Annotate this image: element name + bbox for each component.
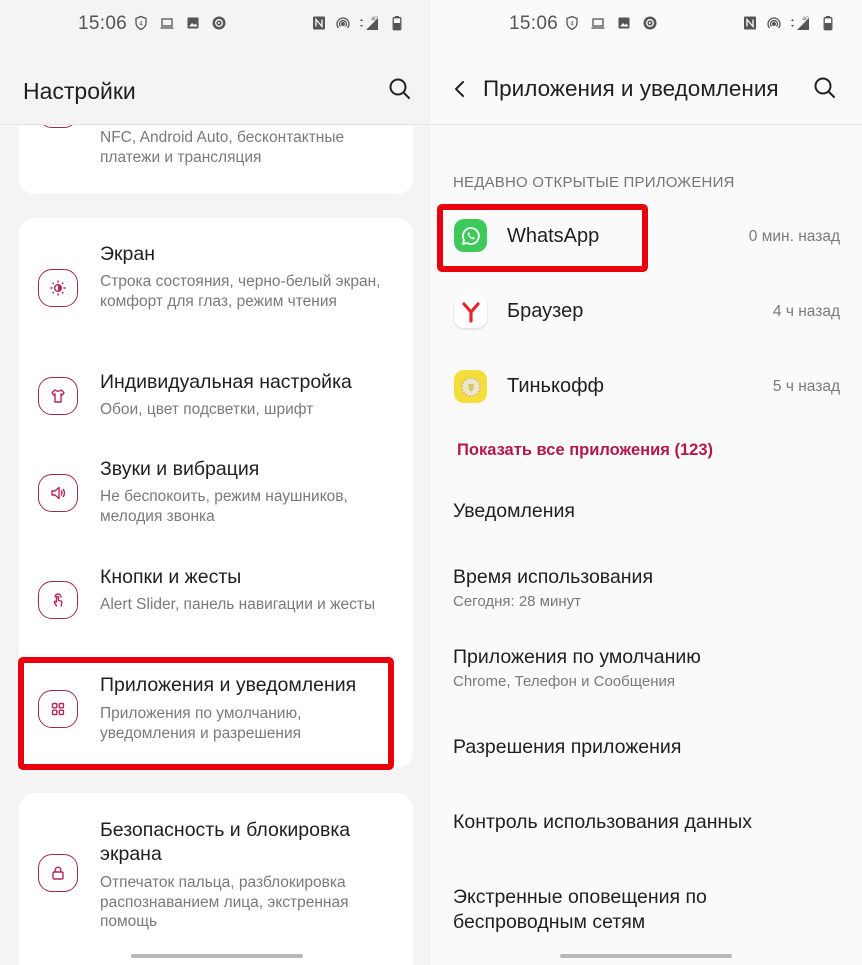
settings-item-subtitle: Отпечаток пальца, разблокировка распозна…: [100, 874, 349, 930]
nfc-icon: [311, 15, 327, 31]
recent-app-browser[interactable]: Браузер 4 ч назад: [431, 282, 862, 342]
signal-4g-icon: 4G: [359, 15, 381, 31]
app-name: Тинькофф: [507, 375, 604, 397]
svg-text:4: 4: [570, 21, 574, 28]
app-last-used: 0 мин. назад: [748, 228, 840, 245]
gesture-icon: [38, 581, 78, 619]
status-bar: 15:06 4 4G: [0, 0, 431, 50]
settings-item-title: Звуки и вибрация: [100, 458, 260, 480]
header-divider: [0, 124, 431, 125]
speaker-icon: [38, 474, 78, 512]
settings-item-subtitle: Строка состояния, черно-белый экран, ком…: [100, 273, 381, 310]
page-title: Настройки: [23, 78, 136, 104]
app-last-used: 4 ч назад: [772, 303, 840, 320]
home-indicator[interactable]: [131, 954, 303, 958]
menu-item-title: Уведомления: [453, 500, 575, 522]
signal-4g-icon: 4G: [790, 15, 812, 31]
apps-grid-icon: [38, 690, 78, 728]
menu-item-app-permissions[interactable]: Разрешения приложения: [453, 735, 843, 760]
settings-item-subtitle: Не беспокоить, режим наушников, мелодия …: [100, 488, 348, 525]
page-title: Приложения и уведомления: [483, 76, 779, 101]
menu-item-title: Экстренные оповещения по беспроводным се…: [453, 886, 707, 933]
media-circle-icon: [642, 15, 658, 31]
settings-screen: NFC, Android Auto, бесконтактные платежи…: [0, 0, 431, 965]
recent-app-tinkoff[interactable]: Тинькофф 5 ч назад: [431, 357, 862, 417]
menu-item-title: Контроль использования данных: [453, 811, 752, 833]
nfc-icon: [742, 15, 758, 31]
shield-4-icon: 4: [564, 15, 580, 31]
settings-item-subtitle: NFC, Android Auto, бесконтактные платежи…: [100, 129, 345, 166]
menu-item-default-apps[interactable]: Приложения по умолчанию Chrome, Телефон …: [453, 645, 843, 690]
settings-item-sound[interactable]: Звуки и вибрация Не беспокоить, режим на…: [19, 450, 413, 530]
settings-item-title: Экран: [100, 243, 156, 265]
battery-icon: [389, 15, 405, 31]
battery-icon: [820, 15, 836, 31]
search-button[interactable]: [811, 74, 839, 102]
recent-app-whatsapp[interactable]: WhatsApp 0 мин. назад: [431, 206, 862, 266]
search-icon: [389, 78, 410, 99]
status-time: 15:06: [509, 13, 559, 34]
search-button[interactable]: [386, 75, 414, 103]
settings-item-security[interactable]: Безопасность и блокировка экрана Отпечат…: [19, 813, 413, 953]
image-icon: [616, 15, 632, 31]
tinkoff-icon: [454, 370, 487, 403]
settings-card-main: Экран Строка состояния, черно-белый экра…: [19, 218, 413, 768]
menu-item-title: Разрешения приложения: [453, 736, 682, 758]
app-last-used: 5 ч назад: [772, 378, 840, 395]
settings-item-subtitle: Alert Slider, панель навигации и жесты: [100, 596, 376, 613]
search-icon: [814, 77, 835, 98]
laptop-icon: [159, 15, 175, 31]
menu-item-emergency-alerts[interactable]: Экстренные оповещения по беспроводным се…: [453, 885, 753, 935]
settings-item-title: Безопасность и блокировка экрана: [100, 819, 351, 865]
chevron-left-icon: [455, 81, 464, 97]
settings-item-apps-notifications[interactable]: Приложения и уведомления Приложения по у…: [19, 668, 413, 768]
menu-item-subtitle: Chrome, Телефон и Сообщения: [453, 673, 676, 690]
menu-item-title: Время использования: [453, 566, 654, 588]
network-type-label: 4G: [802, 17, 809, 23]
settings-card-security: Безопасность и блокировка экрана Отпечат…: [19, 793, 413, 965]
menu-item-data-usage[interactable]: Контроль использования данных: [453, 810, 843, 835]
menu-item-screen-time[interactable]: Время использования Сегодня: 28 минут: [453, 565, 843, 610]
menu-item-subtitle: Сегодня: 28 минут: [453, 593, 582, 610]
brightness-icon: [38, 269, 78, 307]
menu-item-notifications[interactable]: Уведомления: [453, 499, 843, 524]
header-divider: [431, 124, 862, 125]
recent-apps-header: НЕДАВНО ОТКРЫТЫЕ ПРИЛОЖЕНИЯ: [453, 174, 735, 191]
settings-item-subtitle: Приложения по умолчанию, уведомления и р…: [100, 705, 302, 742]
settings-item-gestures[interactable]: Кнопки и жесты Alert Slider, панель нави…: [19, 558, 413, 638]
settings-item-title: Приложения и уведомления: [100, 674, 357, 696]
yandex-browser-icon: [454, 295, 487, 328]
media-circle-icon: [211, 15, 227, 31]
show-all-apps-link[interactable]: Показать все приложения (123): [457, 441, 713, 460]
home-indicator[interactable]: [560, 954, 732, 958]
app-name: WhatsApp: [507, 225, 600, 247]
apps-notifications-screen: 15:06 4 4G Приложения и уведомления НЕДА…: [431, 0, 862, 965]
lock-icon: [38, 854, 78, 892]
tshirt-icon: [38, 377, 78, 415]
menu-item-title: Приложения по умолчанию: [453, 646, 701, 668]
settings-item-subtitle: Обои, цвет подсветки, шрифт: [100, 401, 314, 418]
network-type-label: 4G: [371, 17, 378, 23]
settings-item-display[interactable]: Экран Строка состояния, черно-белый экра…: [19, 238, 413, 338]
app-name: Браузер: [507, 300, 584, 322]
back-button[interactable]: [451, 78, 469, 100]
laptop-icon: [590, 15, 606, 31]
status-time: 15:06: [78, 13, 128, 34]
svg-text:4: 4: [139, 21, 143, 28]
shield-4-icon: 4: [133, 15, 149, 31]
hotspot-icon: [335, 15, 351, 31]
settings-item-title: Кнопки и жесты: [100, 566, 242, 588]
status-bar: 15:06 4 4G: [431, 0, 862, 50]
settings-item-personalization[interactable]: Индивидуальная настройка Обои, цвет подс…: [19, 363, 413, 433]
settings-item-title: Индивидуальная настройка: [100, 371, 352, 393]
whatsapp-icon: [454, 219, 487, 252]
image-icon: [185, 15, 201, 31]
hotspot-icon: [766, 15, 782, 31]
